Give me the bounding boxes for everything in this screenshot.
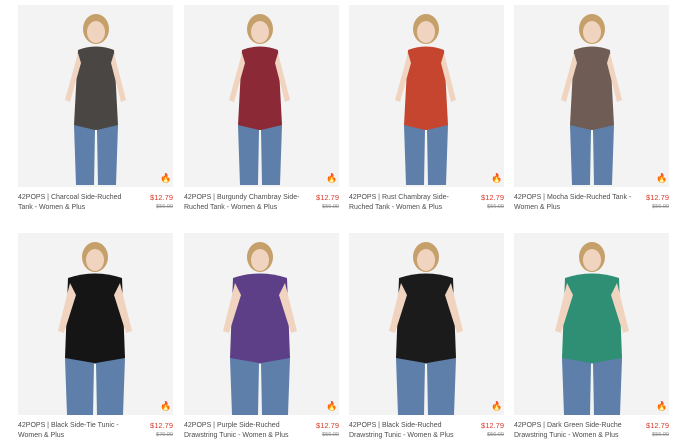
- flame-icon: 🔥: [160, 401, 172, 411]
- original-price: $56.00: [487, 204, 504, 210]
- product-image[interactable]: 🔥: [514, 5, 669, 187]
- model-figure: [223, 242, 297, 415]
- sale-price: $12.79: [481, 193, 504, 202]
- model-figure: [561, 14, 622, 185]
- product-image[interactable]: 🔥: [184, 233, 339, 415]
- sale-price: $12.79: [150, 193, 173, 202]
- product-image[interactable]: 🔥: [349, 5, 504, 187]
- sale-price: $12.79: [316, 421, 339, 430]
- product-title[interactable]: 42POPS | Purple Side-Ruched Drawstring T…: [184, 421, 302, 441]
- flame-icon: 🔥: [160, 173, 172, 183]
- model-figure: [555, 242, 629, 415]
- product-title[interactable]: 42POPS | Black Side-Ruched Drawstring Tu…: [349, 421, 467, 441]
- product-image[interactable]: 🔥: [514, 233, 669, 415]
- product-title[interactable]: 42POPS | Charcoal Side-Ruched Tank - Wom…: [18, 193, 136, 213]
- flame-icon: 🔥: [326, 401, 338, 411]
- original-price: $70.00: [156, 432, 173, 438]
- original-price: $56.00: [156, 204, 173, 210]
- original-price: $56.00: [322, 204, 339, 210]
- original-price: $56.00: [652, 432, 669, 438]
- model-figure: [65, 14, 126, 185]
- product-title[interactable]: 42POPS | Rust Chambray Side-Ruched Tank …: [349, 193, 467, 213]
- product-title[interactable]: 42POPS | Black Side-Tie Tunic - Women & …: [18, 421, 136, 441]
- model-figure: [395, 14, 456, 185]
- original-price: $56.00: [322, 432, 339, 438]
- sale-price: $12.79: [646, 421, 669, 430]
- flame-icon: 🔥: [491, 401, 503, 411]
- model-figure: [229, 14, 290, 185]
- original-price: $56.00: [652, 204, 669, 210]
- model-figure: [58, 242, 132, 415]
- flame-icon: 🔥: [491, 173, 503, 183]
- sale-price: $12.79: [316, 193, 339, 202]
- product-grid: 🔥 42POPS | Charcoal Side-Ruched Tank - W…: [0, 0, 700, 448]
- sale-price: $12.79: [481, 421, 504, 430]
- product-title[interactable]: 42POPS | Burgundy Chambray Side-Ruched T…: [184, 193, 302, 213]
- sale-price: $12.79: [646, 193, 669, 202]
- product-title[interactable]: 42POPS | Mocha Side-Ruched Tank - Women …: [514, 193, 632, 213]
- product-image[interactable]: 🔥: [184, 5, 339, 187]
- product-image[interactable]: 🔥: [18, 5, 173, 187]
- product-image[interactable]: 🔥: [18, 233, 173, 415]
- flame-icon: 🔥: [656, 173, 668, 183]
- model-figure: [389, 242, 463, 415]
- flame-icon: 🔥: [656, 401, 668, 411]
- flame-icon: 🔥: [326, 173, 338, 183]
- product-title[interactable]: 42POPS | Dark Green Side-Ruche Drawstrin…: [514, 421, 632, 441]
- product-image[interactable]: 🔥: [349, 233, 504, 415]
- original-price: $56.00: [487, 432, 504, 438]
- sale-price: $12.79: [150, 421, 173, 430]
